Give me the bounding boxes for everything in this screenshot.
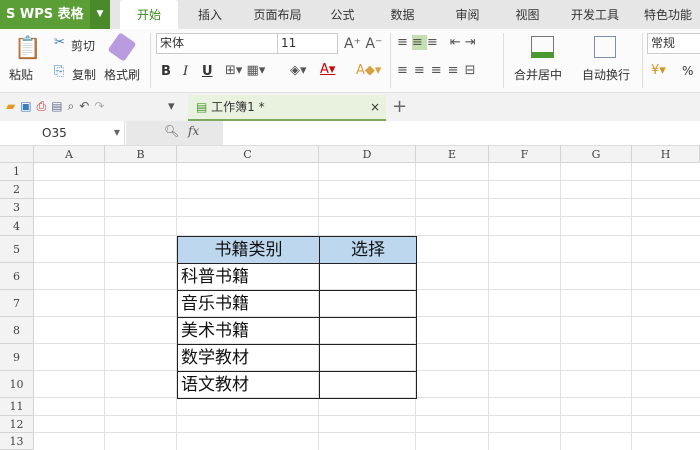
tab-special[interactable]: 特色功能 xyxy=(636,0,700,29)
cell-reference: O35 xyxy=(42,126,67,140)
divider xyxy=(390,33,391,88)
row-header[interactable]: 7 xyxy=(0,290,34,317)
font-grow-icon[interactable]: A⁺ A⁻ xyxy=(344,36,382,52)
tab-home[interactable]: 开始 xyxy=(120,0,178,29)
divider xyxy=(503,33,504,88)
app-menu-button[interactable]: S WPS 表格 ▼ xyxy=(0,0,110,29)
tab-developer[interactable]: 开发工具 xyxy=(565,0,625,29)
customize-icon[interactable]: ▾ xyxy=(168,99,175,114)
select-cell[interactable] xyxy=(319,290,417,318)
column-header-h[interactable]: H xyxy=(632,146,700,163)
row-header[interactable]: 1 xyxy=(0,163,34,181)
row-header[interactable]: 9 xyxy=(0,344,34,371)
document-name: 工作簿1 * xyxy=(211,100,265,114)
tab-view[interactable]: 视图 xyxy=(505,0,550,29)
format-painter-button[interactable]: 格式刷 xyxy=(104,66,140,83)
row-header[interactable]: 6 xyxy=(0,263,34,290)
row-header[interactable]: 2 xyxy=(0,181,34,199)
merge-center-button[interactable]: 合并居中 xyxy=(514,66,562,83)
select-cell[interactable] xyxy=(319,371,417,399)
paste-icon[interactable]: 📋 xyxy=(14,36,41,61)
row-header[interactable]: 8 xyxy=(0,317,34,344)
close-tab-button[interactable]: × xyxy=(370,95,380,119)
underline-button[interactable]: U xyxy=(202,64,213,79)
formula-tools: 🔍︎ fx xyxy=(126,121,223,145)
column-header-b[interactable]: B xyxy=(105,146,177,163)
select-cell[interactable] xyxy=(319,317,417,345)
wrap-text-button[interactable]: 自动换行 xyxy=(582,66,630,83)
category-cell[interactable]: 数学教材 xyxy=(177,344,320,372)
row-header[interactable]: 5 xyxy=(0,236,34,263)
column-header-f[interactable]: F xyxy=(489,146,561,163)
scissors-icon: ✂ xyxy=(54,35,65,50)
row-header[interactable]: 12 xyxy=(0,416,34,433)
align-horizontal-icons[interactable]: ≡≡≡≡⊟ xyxy=(397,63,481,78)
column-header-g[interactable]: G xyxy=(561,146,632,163)
tab-page-layout[interactable]: 页面布局 xyxy=(245,0,310,29)
category-cell[interactable]: 音乐书籍 xyxy=(177,290,320,318)
bold-button[interactable]: B xyxy=(161,64,171,79)
formula-input[interactable] xyxy=(224,121,700,145)
number-format-select[interactable]: 常规 xyxy=(647,33,700,54)
merge-center-icon xyxy=(531,36,554,58)
name-box[interactable]: O35 ▼ xyxy=(0,121,125,145)
chevron-down-icon[interactable]: ▼ xyxy=(90,0,110,29)
category-cell[interactable]: 美术书籍 xyxy=(177,317,320,345)
row-header[interactable]: 11 xyxy=(0,398,34,416)
select-cell[interactable] xyxy=(319,344,417,372)
column-header-d[interactable]: D xyxy=(319,146,416,163)
clear-format-icon[interactable]: A◆▾ xyxy=(356,63,381,78)
column-header-c[interactable]: C xyxy=(177,146,319,163)
quick-access-icons[interactable]: ▰▣⎙▤⌕↶↷ xyxy=(6,99,109,114)
document-icon: ▤ xyxy=(196,100,212,114)
row-header[interactable]: 10 xyxy=(0,371,34,398)
category-cell[interactable]: 科普书籍 xyxy=(177,263,320,291)
row-header[interactable]: 4 xyxy=(0,217,34,236)
tab-insert[interactable]: 插入 xyxy=(185,0,235,29)
header-cell-select[interactable]: 选择 xyxy=(319,236,417,264)
wrap-text-icon xyxy=(594,36,616,58)
currency-icon[interactable]: ¥▾ xyxy=(651,63,666,78)
border-icon[interactable]: ⊞▾ ▦▾ xyxy=(225,63,265,78)
percent-button[interactable]: % xyxy=(682,64,693,78)
divider xyxy=(642,33,643,88)
select-all-corner[interactable] xyxy=(0,146,34,163)
font-size-select[interactable]: 11 xyxy=(277,33,338,54)
header-cell-category[interactable]: 书籍类别 xyxy=(177,236,320,264)
copy-button[interactable]: 复制 xyxy=(72,66,96,83)
column-header-a[interactable]: A xyxy=(34,146,105,163)
insert-function-button[interactable]: fx xyxy=(188,124,199,138)
row-header[interactable]: 3 xyxy=(0,199,34,217)
align-vertical-icons[interactable]: ≡≡≡ ⇤⇥ xyxy=(397,35,480,50)
copy-icon: ⎘ xyxy=(54,64,65,79)
select-cell[interactable] xyxy=(319,263,417,291)
column-header-e[interactable]: E xyxy=(416,146,489,163)
chevron-down-icon[interactable]: ▼ xyxy=(114,121,120,145)
category-cell[interactable]: 语文教材 xyxy=(177,371,320,399)
paste-button[interactable]: 粘贴 xyxy=(9,66,33,83)
tab-data[interactable]: 数据 xyxy=(380,0,425,29)
font-name-select[interactable]: 宋体 xyxy=(156,33,278,54)
cut-button[interactable]: 剪切 xyxy=(71,37,95,54)
document-tab[interactable]: ▤ 工作簿1 * × xyxy=(188,95,386,121)
new-tab-button[interactable]: + xyxy=(392,96,407,117)
divider xyxy=(150,33,151,88)
tab-formula[interactable]: 公式 xyxy=(320,0,365,29)
app-logo: S WPS 表格 xyxy=(6,7,84,22)
font-color-icon[interactable]: A▾ xyxy=(320,62,335,77)
fill-color-icon[interactable]: ◈▾ xyxy=(290,63,307,78)
row-header[interactable]: 13 xyxy=(0,433,34,450)
italic-button[interactable]: I xyxy=(183,64,188,79)
tab-review[interactable]: 审阅 xyxy=(445,0,490,29)
zoom-search-icon[interactable]: 🔍︎ xyxy=(164,124,179,138)
